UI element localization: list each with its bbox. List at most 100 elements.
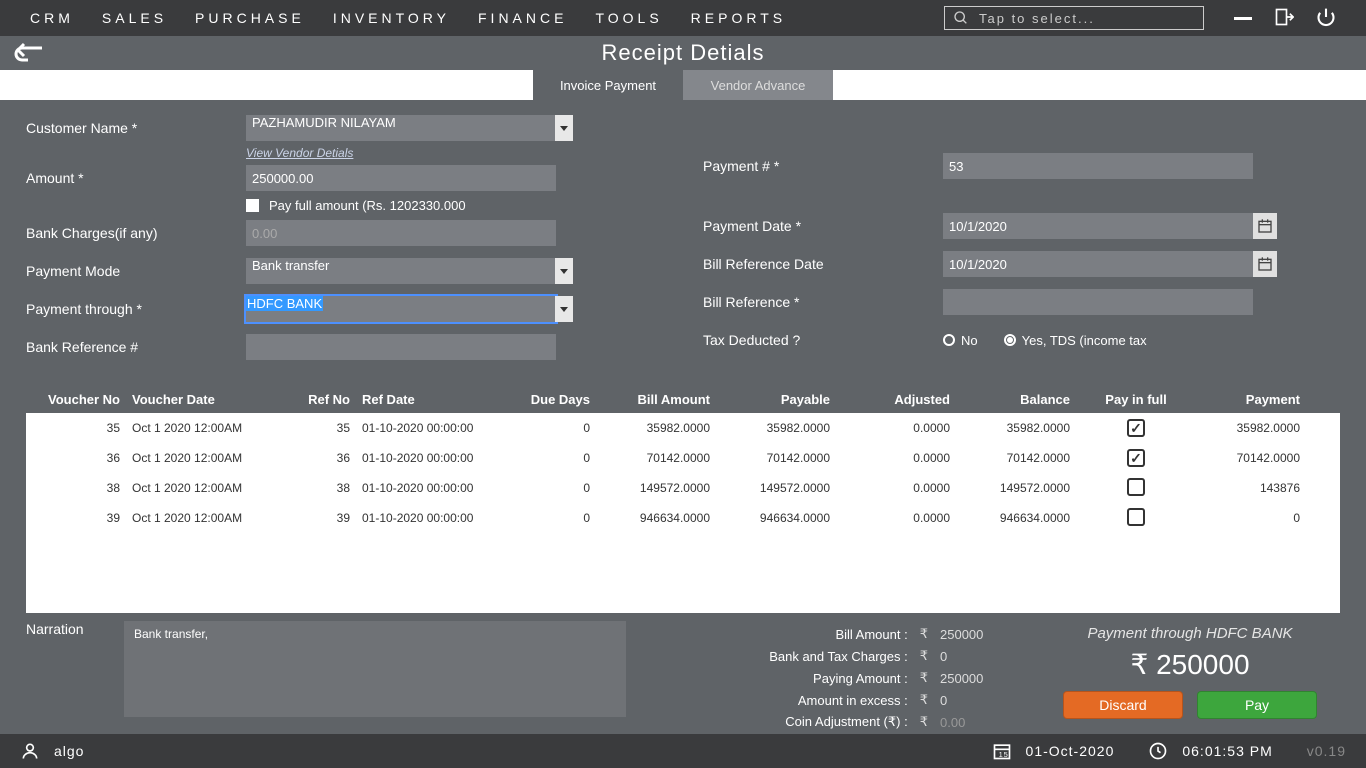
- paying-amount-value: 250000: [940, 671, 1020, 686]
- col-bill-amount: Bill Amount: [596, 392, 716, 407]
- pay-button[interactable]: Pay: [1197, 691, 1317, 719]
- customer-name-dropdown-button[interactable]: [555, 115, 573, 141]
- amount-excess-value: 0: [940, 693, 1020, 708]
- table-row[interactable]: 39Oct 1 2020 12:00AM3901-10-2020 00:00:0…: [26, 503, 1340, 533]
- coin-adjustment-value: 0.00: [940, 715, 1020, 730]
- voucher-table: Voucher No Voucher Date Ref No Ref Date …: [26, 385, 1340, 613]
- menu-sales[interactable]: SALES: [102, 10, 167, 26]
- global-search[interactable]: Tap to select...: [944, 6, 1204, 30]
- col-payment: Payment: [1196, 392, 1306, 407]
- status-time: 06:01:53 PM: [1182, 743, 1272, 759]
- paying-amount-label: Paying Amount :: [813, 671, 908, 686]
- customer-name-select[interactable]: PAZHAMUDIR NILAYAM: [246, 115, 556, 141]
- payment-mode-select[interactable]: Bank transfer: [246, 258, 556, 284]
- menu-purchase[interactable]: PURCHASE: [195, 10, 305, 26]
- status-user: algo: [54, 743, 84, 759]
- menu-tools[interactable]: TOOLS: [595, 10, 662, 26]
- tab-bar: Invoice Payment Vendor Advance: [0, 70, 1366, 100]
- search-placeholder: Tap to select...: [979, 11, 1095, 26]
- col-payable: Payable: [716, 392, 836, 407]
- bank-reference-input[interactable]: [246, 334, 556, 360]
- col-voucher-date: Voucher Date: [126, 392, 276, 407]
- customer-name-label: Customer Name *: [26, 120, 246, 136]
- totals-panel: Bill Amount :₹250000 Bank and Tax Charge…: [636, 621, 1030, 735]
- pay-in-full-checkbox[interactable]: [1127, 419, 1145, 437]
- col-ref-date: Ref Date: [356, 392, 506, 407]
- payment-through-select[interactable]: HDFC BANK: [246, 296, 556, 322]
- status-date: 01-Oct-2020: [1026, 743, 1115, 759]
- menu-crm[interactable]: CRM: [30, 10, 74, 26]
- top-menubar: CRM SALES PURCHASE INVENTORY FINANCE TOO…: [0, 0, 1366, 36]
- menu-reports[interactable]: REPORTS: [691, 10, 786, 26]
- table-body: 35Oct 1 2020 12:00AM3501-10-2020 00:00:0…: [26, 413, 1340, 613]
- form-area: Customer Name * PAZHAMUDIR NILAYAM View …: [0, 100, 1366, 381]
- payment-date-input[interactable]: [943, 213, 1253, 239]
- pay-panel: Payment through HDFC BANK ₹ 250000 Disca…: [1040, 621, 1340, 735]
- table-row[interactable]: 38Oct 1 2020 12:00AM3801-10-2020 00:00:0…: [26, 473, 1340, 503]
- clock-icon: [1148, 741, 1168, 761]
- bank-charges-label: Bank Charges(if any): [26, 225, 246, 241]
- status-bar: algo 15 01-Oct-2020 06:01:53 PM v0.19: [0, 734, 1366, 768]
- table-row[interactable]: 35Oct 1 2020 12:00AM3501-10-2020 00:00:0…: [26, 413, 1340, 443]
- logout-icon[interactable]: [1274, 7, 1294, 30]
- discard-button[interactable]: Discard: [1063, 691, 1183, 719]
- pay-in-full-checkbox[interactable]: [1127, 449, 1145, 467]
- power-icon[interactable]: [1316, 7, 1336, 30]
- bill-ref-date-picker-button[interactable]: [1253, 251, 1277, 277]
- pay-full-amount-label: Pay full amount (Rs. 1202330.000: [269, 198, 466, 213]
- payment-mode-dropdown-button[interactable]: [555, 258, 573, 284]
- bill-ref-label: Bill Reference *: [703, 294, 943, 310]
- tab-vendor-advance[interactable]: Vendor Advance: [683, 70, 833, 100]
- bill-amount-label: Bill Amount :: [835, 627, 907, 642]
- payment-through-label: Payment through *: [26, 301, 246, 317]
- bill-ref-date-label: Bill Reference Date: [703, 256, 943, 272]
- col-pay-in-full: Pay in full: [1076, 392, 1196, 407]
- view-vendor-details-link[interactable]: View Vendor Detials: [246, 146, 663, 160]
- tab-invoice-payment[interactable]: Invoice Payment: [533, 70, 683, 100]
- narration-panel: Narration Bank transfer,: [26, 621, 626, 735]
- status-version: v0.19: [1307, 743, 1346, 759]
- tax-yes-radio[interactable]: Yes, TDS (income tax: [1004, 333, 1147, 348]
- calendar-icon: 15: [992, 741, 1012, 761]
- bank-charges-input[interactable]: [246, 220, 556, 246]
- bank-reference-label: Bank Reference #: [26, 339, 246, 355]
- search-icon: [953, 10, 969, 26]
- bank-tax-charges-value: 0: [940, 649, 1020, 664]
- pay-full-amount-checkbox[interactable]: [246, 199, 259, 212]
- bottom-panels: Narration Bank transfer, Bill Amount :₹2…: [26, 621, 1340, 735]
- pay-in-full-checkbox[interactable]: [1127, 508, 1145, 526]
- user-icon: [20, 741, 40, 761]
- back-button[interactable]: [14, 42, 44, 67]
- minimize-button[interactable]: [1234, 17, 1252, 20]
- amount-input[interactable]: [246, 165, 556, 191]
- menu-finance[interactable]: FINANCE: [478, 10, 567, 26]
- amount-excess-label: Amount in excess :: [798, 693, 908, 708]
- payment-date-label: Payment Date *: [703, 218, 943, 234]
- main-menu: CRM SALES PURCHASE INVENTORY FINANCE TOO…: [30, 10, 786, 26]
- payment-no-input[interactable]: [943, 153, 1253, 179]
- bill-ref-date-input[interactable]: [943, 251, 1253, 277]
- menu-inventory[interactable]: INVENTORY: [333, 10, 450, 26]
- col-adjusted: Adjusted: [836, 392, 956, 407]
- title-row: Receipt Detials: [0, 36, 1366, 70]
- calendar-icon: [1257, 218, 1273, 234]
- coin-adjustment-label: Coin Adjustment (₹) :: [785, 714, 907, 730]
- bank-tax-charges-label: Bank and Tax Charges :: [769, 649, 908, 664]
- payment-through-dropdown-button[interactable]: [555, 296, 573, 322]
- payment-through-text: Payment through HDFC BANK: [1050, 625, 1330, 642]
- payment-date-picker-button[interactable]: [1253, 213, 1277, 239]
- svg-text:15: 15: [998, 750, 1008, 759]
- col-ref-no: Ref No: [276, 392, 356, 407]
- tax-no-radio[interactable]: No: [943, 333, 978, 348]
- pay-in-full-checkbox[interactable]: [1127, 478, 1145, 496]
- calendar-icon: [1257, 256, 1273, 272]
- bill-amount-value: 250000: [940, 627, 1020, 642]
- table-header: Voucher No Voucher Date Ref No Ref Date …: [26, 385, 1340, 413]
- table-row[interactable]: 36Oct 1 2020 12:00AM3601-10-2020 00:00:0…: [26, 443, 1340, 473]
- col-balance: Balance: [956, 392, 1076, 407]
- page-title: Receipt Detials: [602, 40, 765, 66]
- narration-textarea[interactable]: Bank transfer,: [124, 621, 626, 717]
- payment-total-amount: ₹ 250000: [1050, 648, 1330, 681]
- payment-mode-label: Payment Mode: [26, 263, 246, 279]
- bill-ref-input[interactable]: [943, 289, 1253, 315]
